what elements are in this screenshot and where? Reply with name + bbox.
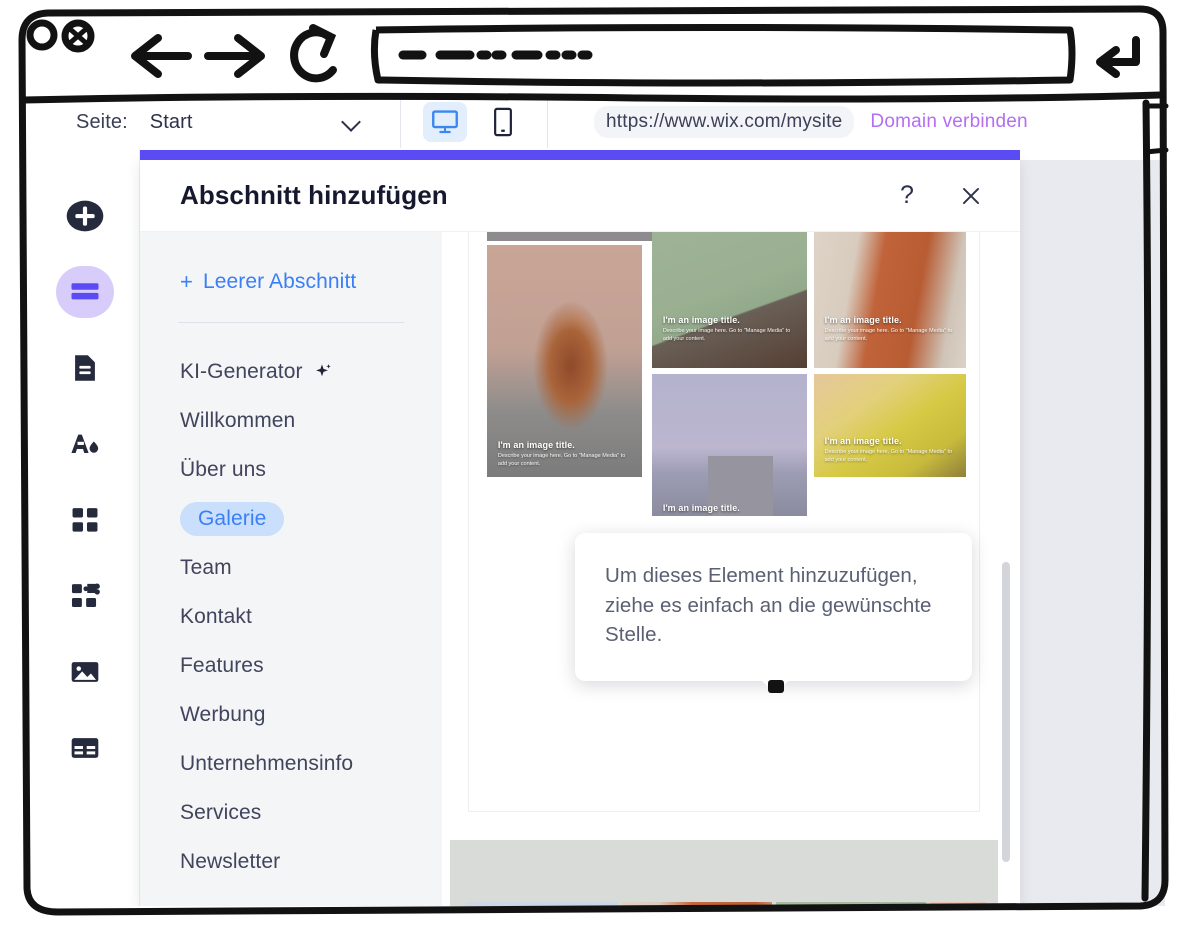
sidebar-item-add-elements[interactable] <box>56 190 114 242</box>
menu-item-label: Über uns <box>180 457 267 481</box>
plus-icon: + <box>180 269 193 294</box>
desktop-view-button[interactable] <box>423 102 467 142</box>
chevron-down-icon <box>342 113 360 131</box>
menu-item-newsletter[interactable]: Newsletter <box>140 837 442 886</box>
menu-item-services[interactable]: Services <box>140 788 442 837</box>
theme-paint-icon <box>70 434 98 453</box>
menu-item-label: Kontakt <box>180 604 252 628</box>
sidebar-item-layout[interactable] <box>56 722 114 774</box>
image-icon <box>71 662 98 682</box>
thumb-caption: I'm an image title. Describe your image … <box>498 440 633 469</box>
sketch-bottom-backdrop <box>0 906 1200 935</box>
screenshot-stage: Seite: Start https://www.wix.com/mysite … <box>0 0 1200 935</box>
thumb-green-stairwell[interactable]: I'm an image title. Describe your image … <box>652 232 807 368</box>
thumb-caption: I'm an image title. Describe your image … <box>825 436 957 465</box>
thumb-portrait-redhead-woman[interactable]: I'm an image title. Describe your image … <box>487 245 642 477</box>
page-selector-label: Seite: <box>76 110 128 133</box>
panel-scrollbar-thumb[interactable] <box>1002 562 1010 862</box>
drag-cursor-marker <box>768 680 784 693</box>
page-document-icon <box>74 355 95 381</box>
menu-item-ki-generator[interactable]: KI-Generator <box>140 347 442 396</box>
drag-hint-tooltip: Um dieses Element hinzuzufügen, ziehe es… <box>575 533 972 694</box>
question-mark-icon[interactable]: ? <box>894 183 920 209</box>
menu-item-team[interactable]: Team <box>140 543 442 592</box>
left-icon-rail <box>30 148 140 908</box>
menu-item-label: Features <box>180 653 264 677</box>
sparkle-ai-icon <box>315 364 331 377</box>
empty-section-label: Leerer Abschnitt <box>202 270 357 293</box>
gallery-preview-card-2[interactable] <box>450 840 998 908</box>
thumb-caption: I'm an image title. Describe your image … <box>825 315 957 344</box>
menu-item-label: Werbung <box>180 702 266 726</box>
menu-item-unternehmensinfo[interactable]: Unternehmensinfo <box>140 739 442 788</box>
caption-title: I'm an image title. <box>824 315 902 326</box>
puzzle-icon <box>71 583 100 608</box>
caption-desc: Describe your image here. Go to "Manage … <box>497 453 626 468</box>
preview-header-strip <box>487 232 677 241</box>
menu-item-label: Services <box>180 800 262 824</box>
panel-header: Abschnitt hinzufügen ? <box>140 160 1020 232</box>
sidebar-item-site-design[interactable] <box>56 418 114 470</box>
menu-item-label: Galerie <box>198 506 267 530</box>
connect-domain-link[interactable]: Domain verbinden <box>870 111 1027 133</box>
menu-item-willkommen[interactable]: Willkommen <box>140 396 442 445</box>
menu-item-galerie[interactable]: Galerie <box>140 494 442 543</box>
panel-category-menu: + Leerer Abschnitt KI-Generator Willkomm… <box>140 232 442 908</box>
editor-body: Abschnitt hinzufügen ? + Leerer Abschnit… <box>30 148 1165 908</box>
menu-item-label: Team <box>180 555 232 579</box>
menu-item-ueber-uns[interactable]: Über uns <box>140 445 442 494</box>
editor-accent-bar <box>140 150 1020 160</box>
menu-item-label: KI-Generator <box>180 359 303 383</box>
thumb-caption: I'm an image title. Describe your image … <box>663 315 798 344</box>
sidebar-item-integrations[interactable] <box>56 570 114 622</box>
menu-item-kontakt[interactable]: Kontakt <box>140 592 442 641</box>
menu-item-label: Willkommen <box>180 408 296 432</box>
close-x-icon[interactable] <box>958 183 984 209</box>
caption-title: I'm an image title. <box>662 315 740 326</box>
viewmode-switcher <box>401 96 547 148</box>
thumb-woman-holding-magazine[interactable]: I'm an image title. Describe your image … <box>814 232 966 368</box>
sketch-left-backdrop <box>0 0 30 935</box>
category-list: KI-Generator Willkommen Über uns Galerie… <box>140 323 442 886</box>
site-url-area: https://www.wix.com/mysite Domain verbin… <box>548 96 1165 148</box>
mobile-view-button[interactable] <box>481 102 525 142</box>
editor-topbar: Seite: Start https://www.wix.com/mysite … <box>30 96 1165 148</box>
sidebar-item-add-section[interactable] <box>55 266 114 318</box>
page-selector-value: Start <box>149 110 193 133</box>
sidebar-item-pages[interactable] <box>56 342 114 394</box>
sidebar-item-apps[interactable] <box>56 494 114 546</box>
tooltip-text: Um dieses Element hinzuzufügen, ziehe es… <box>605 564 932 647</box>
empty-section-button[interactable]: + Leerer Abschnitt <box>140 232 442 294</box>
sketch-right-backdrop <box>1165 0 1200 935</box>
menu-item-werbung[interactable]: Werbung <box>140 690 442 739</box>
mobile-phone-icon <box>494 107 512 137</box>
gallery-preview-card-1[interactable]: I'm an image title. Describe your image … <box>468 232 980 812</box>
caption-desc: Describe your image here. Go to "Manage … <box>662 328 791 343</box>
thumb-hands-on-yellow-table[interactable]: I'm an image title. Describe your image … <box>814 374 966 477</box>
thumb-city-skyscraper[interactable]: I'm an image title. <box>652 374 807 516</box>
sections-icon <box>71 283 98 300</box>
sketch-toolbar-backdrop <box>18 4 1168 96</box>
panel-title: Abschnitt hinzufügen <box>180 180 448 210</box>
caption-title: I'm an image title. <box>824 436 902 447</box>
table-layout-icon <box>71 738 98 758</box>
plus-circle-icon <box>66 200 103 232</box>
desktop-monitor-icon <box>432 110 458 134</box>
panel-header-actions: ? <box>894 183 984 209</box>
panel-scrollbar[interactable] <box>1002 232 1010 908</box>
thumb-caption: I'm an image title. <box>663 503 798 513</box>
menu-item-label: Newsletter <box>180 849 281 873</box>
menu-item-label: Unternehmensinfo <box>180 751 354 775</box>
caption-title: I'm an image title. <box>497 440 575 451</box>
caption-desc: Describe your image here. Go to "Manage … <box>824 328 953 343</box>
menu-item-features[interactable]: Features <box>140 641 442 690</box>
caption-title: I'm an image title. <box>662 503 740 513</box>
page-selector[interactable]: Seite: Start <box>30 96 400 148</box>
grid-apps-icon <box>72 508 97 532</box>
site-url-text: https://www.wix.com/mysite <box>594 106 855 138</box>
caption-desc: Describe your image here. Go to "Manage … <box>824 449 953 464</box>
canvas-right-strip <box>1020 160 1165 908</box>
sidebar-item-media[interactable] <box>56 646 114 698</box>
